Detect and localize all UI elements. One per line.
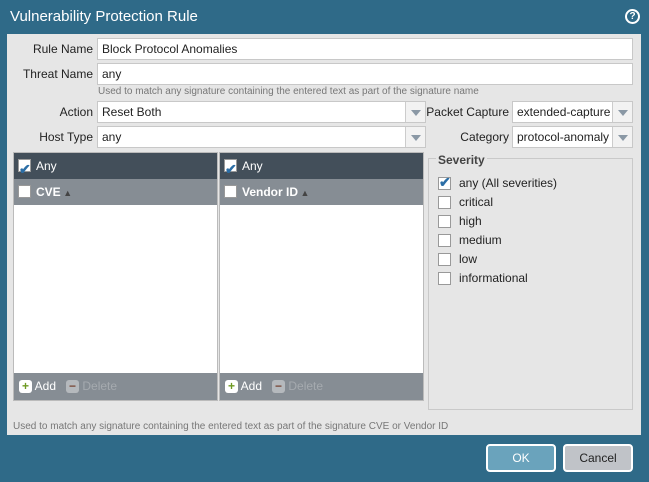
vendor-delete-button[interactable]: − Delete	[262, 379, 324, 394]
severity-option[interactable]: any (All severities)	[438, 174, 558, 191]
action-value: Reset Both	[102, 105, 162, 119]
severity-checkbox[interactable]	[438, 253, 451, 267]
severity-option[interactable]: critical	[438, 195, 494, 210]
severity-checkbox[interactable]	[438, 272, 451, 286]
vendor-column-header[interactable]: Vendor ID ▲	[220, 179, 423, 205]
category-value: protocol-anomaly	[517, 130, 610, 144]
cancel-button[interactable]: Cancel	[563, 444, 633, 472]
sort-asc-icon: ▲	[298, 188, 310, 198]
severity-checkbox[interactable]	[438, 215, 451, 229]
host-type-select[interactable]: any	[97, 126, 426, 148]
severity-label: low	[459, 252, 478, 266]
severity-option[interactable]: informational	[438, 271, 528, 286]
cve-any-row[interactable]: Any	[14, 153, 217, 182]
vendor-add-button[interactable]: + Add	[225, 379, 263, 394]
ok-button[interactable]: OK	[486, 444, 556, 472]
category-select[interactable]: protocol-anomaly	[512, 126, 633, 148]
cve-select-all-checkbox[interactable]	[18, 185, 31, 198]
delete-label: Delete	[288, 379, 324, 393]
help-icon[interactable]: ?	[625, 9, 640, 24]
rule-name-input[interactable]: Block Protocol Anomalies	[97, 38, 633, 60]
severity-checkbox[interactable]	[438, 234, 451, 248]
severity-label: critical	[459, 195, 494, 209]
severity-checkbox[interactable]	[438, 196, 451, 210]
minus-icon: −	[66, 380, 80, 394]
host-type-value: any	[102, 130, 122, 144]
cve-column-header[interactable]: CVE ▲	[14, 179, 217, 205]
vendor-select-all-checkbox[interactable]	[224, 185, 237, 198]
severity-checkbox[interactable]	[438, 174, 451, 191]
cve-column-label: CVE	[36, 185, 61, 199]
footer-hint: Used to match any signature containing t…	[13, 421, 449, 432]
severity-label: any (All severities)	[459, 176, 558, 190]
cve-add-button[interactable]: + Add	[19, 379, 57, 394]
minus-icon: −	[272, 380, 286, 394]
category-label: Category	[460, 130, 509, 144]
threat-name-label: Threat Name	[22, 67, 93, 81]
packet-capture-value: extended-capture	[517, 105, 611, 119]
add-label: Add	[240, 379, 263, 393]
plus-icon: +	[225, 380, 238, 394]
action-select[interactable]: Reset Both	[97, 101, 426, 123]
sort-asc-icon: ▲	[60, 188, 73, 198]
vendor-column-label: Vendor ID	[242, 185, 299, 199]
severity-option[interactable]: medium	[438, 233, 502, 248]
severity-option[interactable]: high	[438, 214, 482, 229]
chevron-down-icon[interactable]	[612, 102, 632, 122]
vendor-any-row[interactable]: Any	[220, 153, 423, 182]
vendor-id-grid: Any Vendor ID ▲ + Add− Delete	[219, 152, 424, 401]
severity-title: Severity	[436, 153, 487, 167]
severity-option[interactable]: low	[438, 252, 478, 267]
threat-name-input[interactable]: any	[97, 63, 633, 85]
vendor-grid-footer: + Add − Delete	[220, 373, 423, 400]
plus-icon: +	[19, 380, 32, 394]
host-type-label: Host Type	[39, 130, 93, 144]
severity-label: medium	[459, 233, 502, 247]
action-label: Action	[59, 105, 93, 119]
vendor-any-checkbox[interactable]	[224, 156, 237, 182]
severity-label: high	[459, 214, 482, 228]
chevron-down-icon[interactable]	[612, 127, 632, 147]
packet-capture-select[interactable]: extended-capture	[512, 101, 633, 123]
packet-capture-label: Packet Capture	[426, 105, 509, 119]
cve-any-checkbox[interactable]	[18, 156, 31, 182]
dialog-title: Vulnerability Protection Rule	[10, 8, 198, 25]
add-label: Add	[34, 379, 57, 393]
delete-label: Delete	[82, 379, 118, 393]
cve-grid: Any CVE ▲ + Add− Delete	[13, 152, 218, 401]
cve-delete-button[interactable]: − Delete	[56, 379, 118, 394]
rule-name-label: Rule Name	[32, 42, 93, 56]
cve-any-label: Any	[36, 159, 57, 173]
severity-label: informational	[459, 271, 528, 285]
cve-grid-footer: + Add − Delete	[14, 373, 217, 400]
vendor-any-label: Any	[242, 159, 263, 173]
threat-name-hint: Used to match any signature containing t…	[98, 86, 479, 97]
